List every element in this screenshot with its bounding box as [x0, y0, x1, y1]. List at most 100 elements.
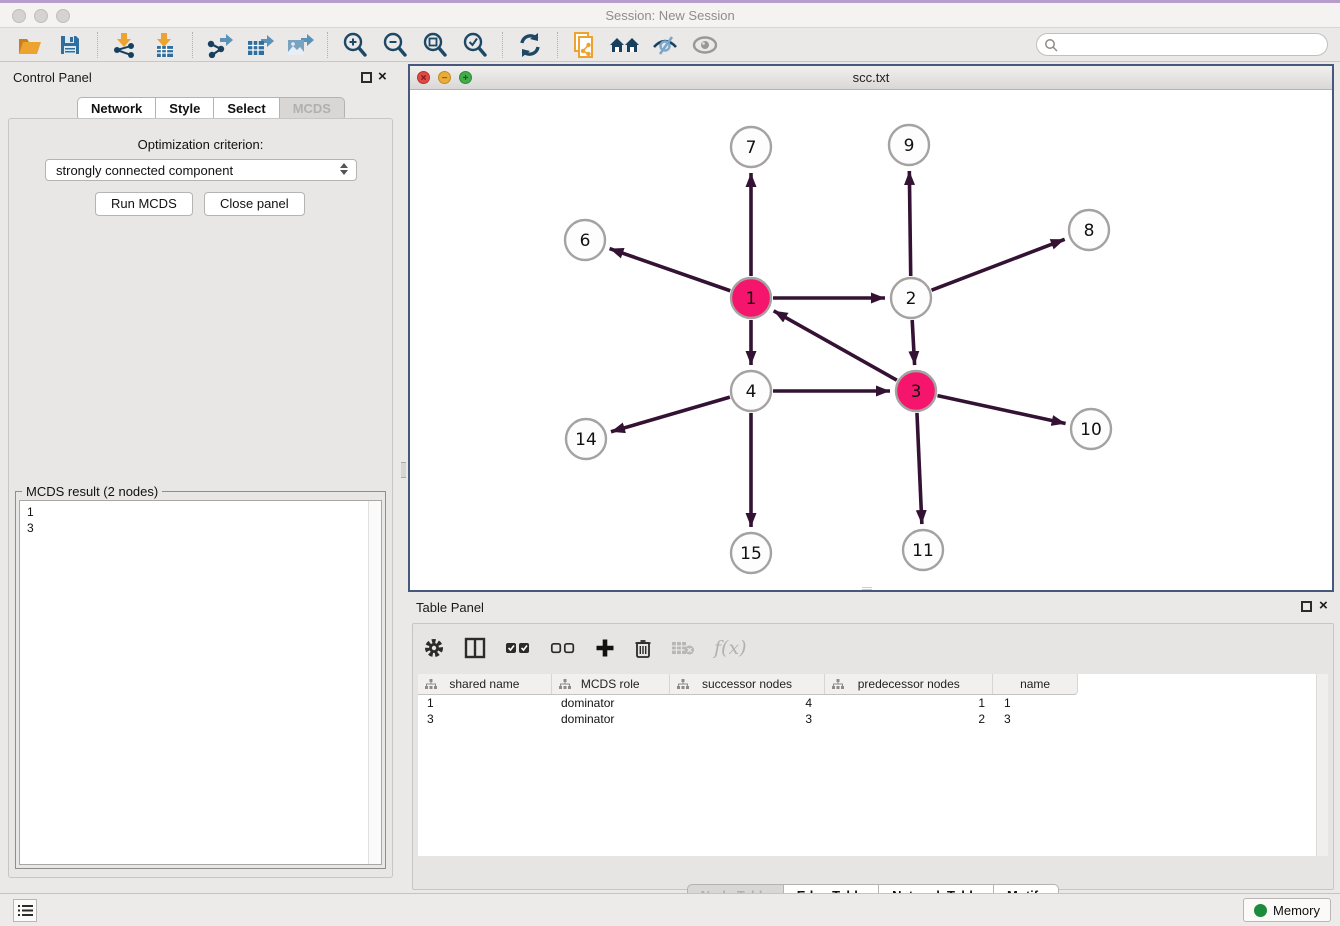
import-table-icon	[151, 32, 179, 58]
save-session-button[interactable]	[50, 30, 90, 60]
graph-edge-2-3[interactable]	[912, 320, 914, 365]
import-table-button[interactable]	[145, 30, 185, 60]
cell-successor-nodes: 4	[670, 695, 826, 711]
graph-node-4[interactable]: 4	[731, 371, 771, 411]
toolbar-separator	[327, 32, 328, 58]
graph-edge-3-10[interactable]	[937, 396, 1065, 424]
column-header-shared-name[interactable]: shared name	[418, 674, 552, 694]
svg-text:4: 4	[746, 382, 757, 402]
float-panel-icon[interactable]	[361, 72, 372, 83]
graph-node-2[interactable]: 2	[891, 278, 931, 318]
eye-slash-icon	[651, 33, 679, 57]
graph-edge-2-8[interactable]	[932, 239, 1065, 290]
open-session-button[interactable]	[10, 30, 50, 60]
graph-node-1[interactable]: 1	[731, 278, 771, 318]
graph-edge-2-9[interactable]	[909, 171, 910, 276]
table-scrollbar[interactable]	[1316, 674, 1328, 856]
graph-edge-1-6[interactable]	[610, 249, 731, 291]
select-all-columns-button[interactable]	[505, 634, 531, 662]
export-image-icon	[285, 32, 315, 58]
column-header-mcds-role[interactable]: MCDS role	[552, 674, 670, 694]
svg-text:14: 14	[575, 430, 597, 450]
float-table-panel-icon[interactable]	[1301, 601, 1312, 612]
svg-text:8: 8	[1084, 221, 1095, 241]
search-field[interactable]	[1036, 33, 1328, 56]
graph-node-8[interactable]: 8	[1069, 210, 1109, 250]
zoom-fit-button[interactable]	[415, 30, 455, 60]
zoom-selected-icon	[462, 32, 488, 58]
network-window: × − + scc.txt 7968124314101511	[408, 64, 1334, 592]
graph-node-3[interactable]: 3	[896, 371, 936, 411]
duplicate-network-button[interactable]	[565, 30, 605, 60]
panel-divider[interactable]	[400, 62, 408, 893]
graph-edge-3-1[interactable]	[774, 311, 897, 380]
function-builder-button[interactable]: f(x)	[714, 634, 747, 662]
divider-grip-icon[interactable]	[401, 462, 406, 478]
svg-text:6: 6	[580, 231, 591, 251]
criterion-select[interactable]: strongly connected component	[45, 159, 357, 181]
close-panel-button[interactable]: Close panel	[204, 192, 305, 216]
graph-node-15[interactable]: 15	[731, 533, 771, 573]
columns-icon	[464, 637, 486, 659]
optimization-criterion-label: Optimization criterion:	[9, 137, 392, 152]
create-column-button[interactable]	[595, 634, 615, 662]
close-table-panel-icon[interactable]: ×	[1319, 597, 1328, 615]
delete-table-button[interactable]	[671, 634, 695, 662]
graph-edge-3-11[interactable]	[917, 413, 922, 524]
network-canvas[interactable]: 7 9 6 8 1 2 4 3 14 10 15 11	[410, 90, 1332, 590]
network-resize-grip[interactable]	[862, 587, 872, 590]
graph-node-9[interactable]: 9	[889, 125, 929, 165]
import-network-button[interactable]	[105, 30, 145, 60]
export-network-button[interactable]	[200, 30, 240, 60]
toolbar-separator	[192, 32, 193, 58]
cell-predecessor-nodes: 1	[826, 695, 994, 711]
mcds-result-legend: MCDS result (2 nodes)	[22, 484, 162, 499]
graph-node-6[interactable]: 6	[565, 220, 605, 260]
svg-text:7: 7	[746, 138, 757, 158]
gear-icon	[423, 637, 445, 659]
graph-node-11[interactable]: 11	[903, 530, 943, 570]
hide-eye-button[interactable]	[645, 30, 685, 60]
column-header-predecessor-nodes[interactable]: predecessor nodes	[825, 674, 993, 694]
graph-node-14[interactable]: 14	[566, 419, 606, 459]
svg-text:15: 15	[740, 544, 762, 564]
import-network-icon	[111, 32, 139, 58]
zoom-selected-button[interactable]	[455, 30, 495, 60]
export-table-button[interactable]	[240, 30, 280, 60]
network-window-title: scc.txt	[410, 70, 1332, 85]
hierarchy-icon	[425, 679, 437, 689]
table-row[interactable]: 3 dominator 3 2 3	[418, 711, 1078, 727]
table-settings-button[interactable]	[423, 634, 445, 662]
mcds-result-list[interactable]: 1 3	[19, 500, 382, 865]
svg-text:1: 1	[746, 289, 757, 309]
show-column-browser-button[interactable]	[464, 634, 486, 662]
run-mcds-button[interactable]: Run MCDS	[95, 192, 193, 216]
control-panel-header: Control Panel ×	[0, 66, 400, 92]
criterion-value: strongly connected component	[56, 163, 233, 178]
cell-successor-nodes: 3	[670, 711, 826, 727]
graph-edge-4-14[interactable]	[611, 397, 730, 432]
graph-node-10[interactable]: 10	[1071, 409, 1111, 449]
graph-node-7[interactable]: 7	[731, 127, 771, 167]
zoom-out-button[interactable]	[375, 30, 415, 60]
mcds-result-group: MCDS result (2 nodes) 1 3	[15, 491, 386, 869]
zoom-in-button[interactable]	[335, 30, 375, 60]
memory-button[interactable]: Memory	[1243, 898, 1331, 922]
home-views-button[interactable]	[605, 30, 645, 60]
unselect-all-columns-button[interactable]	[550, 634, 576, 662]
table-toolbar: f(x)	[423, 629, 747, 667]
result-scrollbar[interactable]	[368, 501, 381, 864]
main-toolbar	[0, 28, 1340, 62]
delete-column-button[interactable]	[634, 634, 652, 662]
task-history-button[interactable]	[13, 899, 37, 922]
show-eye-button[interactable]	[685, 30, 725, 60]
column-header-successor-nodes[interactable]: successor nodes	[670, 674, 826, 694]
toolbar-separator	[97, 32, 98, 58]
refresh-view-button[interactable]	[510, 30, 550, 60]
export-image-button[interactable]	[280, 30, 320, 60]
svg-text:10: 10	[1080, 420, 1102, 440]
table-row[interactable]: 1 dominator 4 1 1	[418, 695, 1078, 711]
column-header-name[interactable]: name	[993, 674, 1077, 694]
close-panel-icon[interactable]: ×	[378, 68, 387, 86]
search-input[interactable]	[1058, 38, 1327, 52]
